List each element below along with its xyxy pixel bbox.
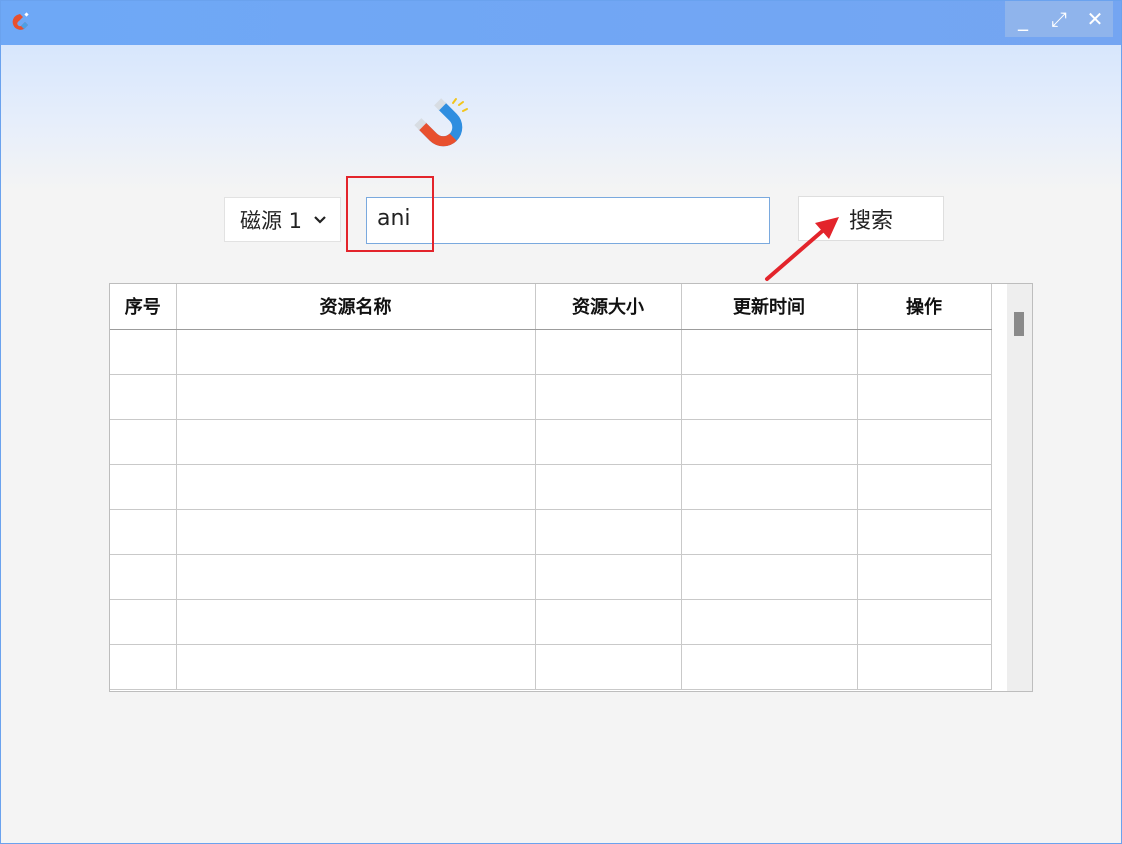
table-cell <box>110 419 177 465</box>
table-row <box>110 419 992 465</box>
table-cell <box>857 644 992 690</box>
table-cell <box>176 554 536 600</box>
table-cell <box>110 509 177 555</box>
scrollbar-thumb[interactable] <box>1014 312 1024 336</box>
maximize-button[interactable]: ⤢ <box>1041 1 1077 37</box>
maximize-icon: ⤢ <box>1051 7 1067 31</box>
table-cell <box>110 599 177 645</box>
table-cell <box>681 599 858 645</box>
table-cell <box>176 509 536 555</box>
window-controls: _ ⤢ ✕ <box>1005 1 1113 37</box>
table-cell <box>110 464 177 510</box>
table-cell <box>176 329 536 375</box>
column-header-actions[interactable]: 操作 <box>857 284 992 330</box>
table-cell <box>681 509 858 555</box>
table-cell <box>681 464 858 510</box>
table-cell <box>857 509 992 555</box>
source-select[interactable]: 磁源 1 <box>224 197 341 242</box>
table-cell <box>535 419 682 465</box>
table-cell <box>857 554 992 600</box>
vertical-scrollbar[interactable] <box>1007 284 1032 691</box>
table-cell <box>176 419 536 465</box>
table-row <box>110 599 992 645</box>
table-cell <box>535 464 682 510</box>
table-cell <box>110 554 177 600</box>
table-cell <box>535 329 682 375</box>
table-cell <box>535 644 682 690</box>
search-button[interactable]: 搜索 <box>798 196 944 241</box>
table-cell <box>535 374 682 420</box>
table-cell <box>110 644 177 690</box>
table-cell <box>176 599 536 645</box>
title-bar[interactable]: _ ⤢ ✕ <box>1 1 1121 45</box>
magnet-icon <box>12 12 29 30</box>
table-row <box>110 509 992 555</box>
close-button[interactable]: ✕ <box>1077 1 1113 37</box>
search-button-label: 搜索 <box>848 208 893 234</box>
table-cell <box>176 464 536 510</box>
table-cell <box>857 464 992 510</box>
search-input[interactable] <box>366 197 770 244</box>
chevron-down-icon <box>314 215 326 224</box>
column-header-name[interactable]: 资源名称 <box>176 284 536 330</box>
table-header-row: 序号 资源名称 资源大小 更新时间 操作 <box>110 284 992 330</box>
table-cell <box>681 644 858 690</box>
table-cell <box>535 509 682 555</box>
table-cell <box>857 599 992 645</box>
table-cell <box>681 419 858 465</box>
minimize-button[interactable]: _ <box>1005 1 1041 37</box>
table-cell <box>176 374 536 420</box>
table-row <box>110 374 992 420</box>
table-cell <box>535 554 682 600</box>
table-row <box>110 329 992 375</box>
magnet-logo-icon <box>414 98 468 147</box>
table-row <box>110 554 992 600</box>
table-row <box>110 644 992 690</box>
table-cell <box>176 644 536 690</box>
table-row <box>110 464 992 510</box>
column-header-index[interactable]: 序号 <box>110 284 177 330</box>
column-header-size[interactable]: 资源大小 <box>535 284 682 330</box>
close-icon: ✕ <box>1086 7 1104 31</box>
results-table: 序号 资源名称 资源大小 更新时间 操作 <box>109 283 1033 692</box>
table-cell <box>681 554 858 600</box>
table-cell <box>857 329 992 375</box>
source-select-value: 磁源 1 <box>240 208 303 233</box>
table-cell <box>681 374 858 420</box>
table-cell <box>535 599 682 645</box>
table-cell <box>681 329 858 375</box>
column-header-updated[interactable]: 更新时间 <box>681 284 858 330</box>
table-cell <box>110 329 177 375</box>
app-window: _ ⤢ ✕ 磁源 1 搜索 <box>0 0 1122 844</box>
table-cell <box>110 374 177 420</box>
table-cell <box>857 419 992 465</box>
minimize-icon: _ <box>1018 7 1028 31</box>
table-cell <box>857 374 992 420</box>
